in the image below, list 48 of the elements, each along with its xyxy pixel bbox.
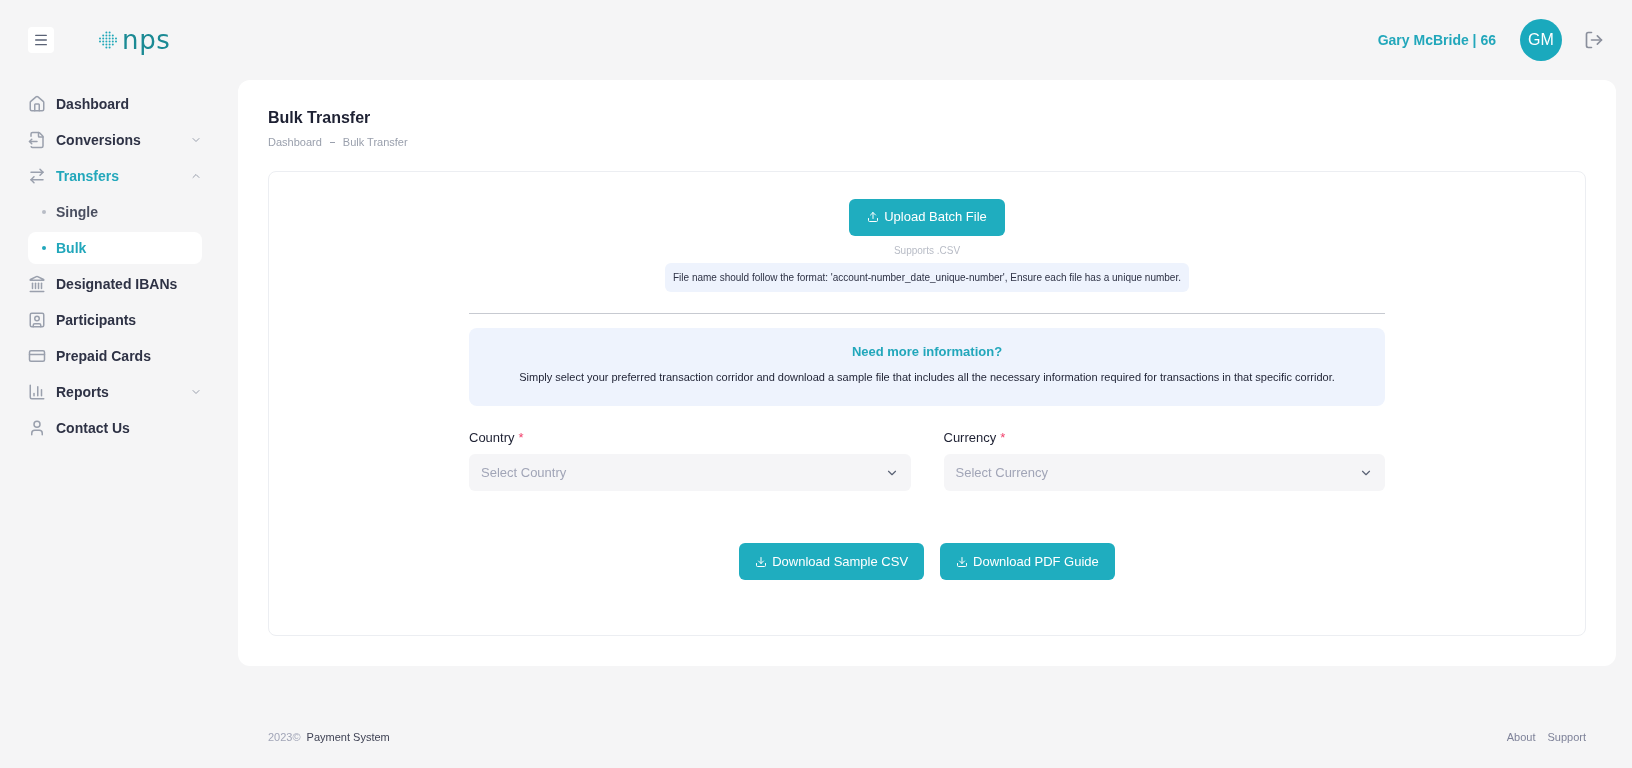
filename-note: File name should follow the format: 'account-number_date_unique-number', Ensure each file has a unique number.: [665, 262, 1189, 292]
bank-icon: [28, 275, 46, 293]
select-field[interactable]: Select Currency: [943, 454, 1385, 491]
required-mark: *: [1000, 428, 1006, 447]
field-label: Country: [469, 428, 515, 447]
home-icon: [28, 95, 46, 113]
download-button[interactable]: Download Sample CSV: [739, 543, 925, 580]
company-name: Payment System: [306, 729, 390, 745]
file-arrow-icon: [28, 131, 46, 149]
nav-subitem[interactable]: Single: [28, 196, 202, 228]
breadcrumb-link[interactable]: Bulk Transfer: [342, 134, 408, 151]
nav-item[interactable]: Contact Us: [28, 412, 202, 444]
footer-link[interactable]: Support: [1547, 728, 1586, 746]
upload-icon: [867, 211, 880, 223]
select-field[interactable]: Select Country: [469, 454, 911, 491]
bar-chart-icon: [28, 383, 46, 401]
logo-dots-icon: [98, 30, 118, 50]
menu-icon: [33, 32, 49, 48]
nav-subitem[interactable]: Bulk: [28, 232, 202, 264]
nav-item[interactable]: Designated IBANs: [28, 268, 202, 300]
footer-link[interactable]: About: [1506, 728, 1536, 746]
page-title: Bulk Transfer: [268, 108, 372, 128]
card-icon: [28, 347, 46, 365]
download-icon: [956, 555, 969, 568]
person-icon: [28, 419, 46, 437]
user-square-icon: [28, 311, 46, 329]
info-text: Simply select your preferred transaction corridor and download a sample file that includes all the necessary information required for transactions in that specific corridor.: [519, 370, 1335, 385]
nav-item[interactable]: Prepaid Cards: [28, 340, 202, 372]
required-mark: *: [518, 428, 524, 447]
download-icon: [755, 555, 768, 568]
logout-icon[interactable]: [1584, 30, 1604, 50]
nav-item[interactable]: Dashboard: [28, 88, 202, 120]
upload-button[interactable]: Upload Batch File: [849, 198, 1005, 236]
download-button[interactable]: Download PDF Guide: [940, 543, 1115, 580]
copyright-year: 2023©: [268, 729, 301, 745]
menu-button[interactable]: [28, 27, 54, 53]
arrows-icon: [28, 167, 46, 185]
breadcrumb-link[interactable]: Dashboard: [268, 134, 322, 151]
supports-text: Supports .CSV: [893, 243, 961, 258]
nav-item[interactable]: Reports: [28, 376, 202, 408]
logo-text: nps: [122, 27, 171, 53]
nav-item[interactable]: Transfers: [28, 160, 202, 192]
info-title: Need more information?: [851, 342, 1003, 361]
nav-item[interactable]: Conversions: [28, 124, 202, 156]
user-name: Gary McBride | 66: [1377, 30, 1496, 50]
avatar[interactable]: GM: [1520, 19, 1562, 61]
field-label: Currency: [943, 428, 997, 447]
nav-item[interactable]: Participants: [28, 304, 202, 336]
